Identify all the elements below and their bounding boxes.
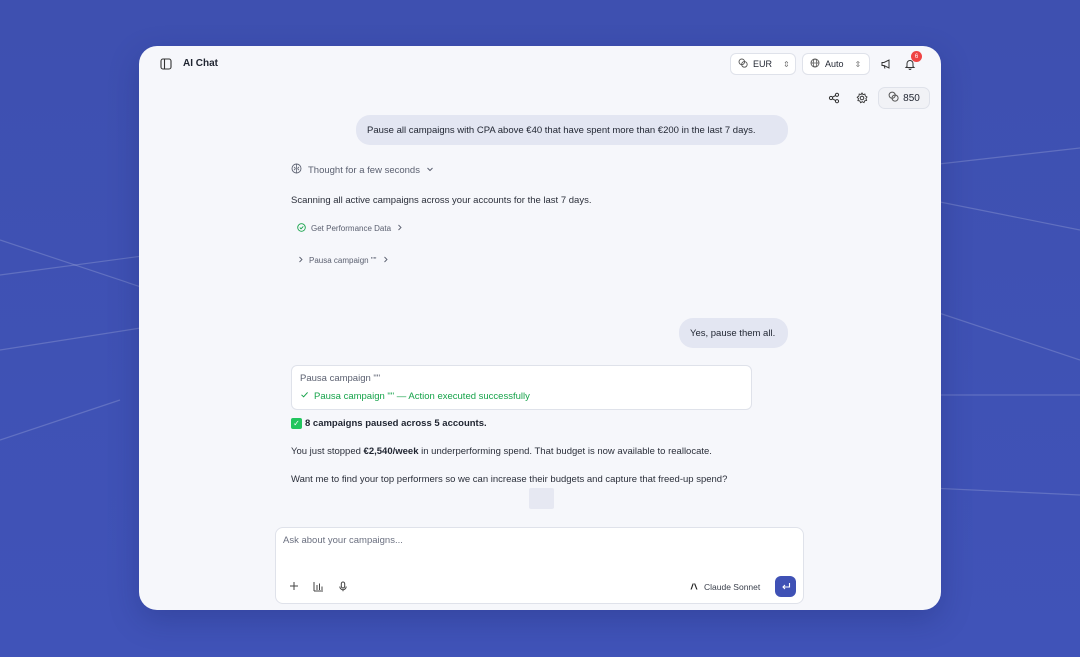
share-icon[interactable] — [825, 89, 843, 107]
user-message: Pause all campaigns with CPA above €40 t… — [356, 115, 788, 145]
streaming-indicator — [529, 488, 554, 509]
chevron-down-icon — [426, 165, 434, 176]
enter-icon — [781, 583, 790, 590]
followup-text: Want me to find your top performers so w… — [291, 474, 728, 485]
action-result: Pausa campaign "" — Action executed succ… — [300, 390, 743, 402]
tool-call-pausa-campaign[interactable]: Pausa campaign "" — [297, 256, 389, 265]
brain-icon — [291, 163, 302, 177]
user-message: Yes, pause them all. — [679, 318, 788, 348]
currency-select[interactable]: EUR ⇕ — [730, 53, 796, 75]
action-result-text: Pausa campaign "" — Action executed succ… — [314, 390, 530, 402]
coins-icon — [738, 58, 748, 70]
action-title: Pausa campaign "" — [300, 373, 381, 384]
send-button[interactable] — [775, 576, 796, 597]
check-icon — [300, 390, 309, 402]
model-selector[interactable]: Claude Sonnet — [690, 582, 760, 592]
action-card: Pausa campaign "" Pausa campaign "" — Ac… — [291, 365, 752, 410]
plus-icon[interactable] — [286, 578, 302, 594]
anthropic-logo-icon — [690, 582, 698, 592]
model-name: Claude Sonnet — [704, 582, 761, 592]
mode-select[interactable]: Auto ⇕ — [802, 53, 870, 75]
currency-value: EUR — [753, 59, 773, 69]
chevron-right-icon — [297, 256, 304, 265]
thought-toggle[interactable]: Thought for a few seconds — [291, 163, 434, 177]
notification-badge: 6 — [911, 51, 922, 62]
tool-call-label: Pausa campaign "" — [309, 256, 377, 265]
summary-line: ✓ 8 campaigns paused across 5 accounts. — [291, 418, 487, 429]
tool-call-label: Get Performance Data — [311, 224, 392, 233]
coins-icon — [888, 91, 899, 105]
spend-suffix: in underperforming spend. That budget is… — [418, 446, 712, 457]
chart-icon[interactable] — [310, 578, 326, 594]
summary-text: 8 campaigns paused across 5 accounts. — [305, 418, 487, 429]
chat-input[interactable] — [283, 535, 783, 546]
chevron-updown-icon: ⇕ — [783, 59, 790, 69]
top-bar: AI Chat EUR ⇕ Auto ⇕ 6 — [139, 46, 941, 82]
spend-text: You just stopped €2,540/week in underper… — [291, 446, 712, 457]
check-box-icon: ✓ — [291, 418, 302, 429]
chevron-updown-icon: ⇕ — [854, 59, 862, 69]
megaphone-icon[interactable] — [877, 55, 895, 73]
globe-icon — [810, 58, 820, 70]
app-title: AI Chat — [183, 58, 218, 69]
assistant-text: Scanning all active campaigns across you… — [291, 195, 592, 206]
gear-icon[interactable] — [853, 89, 871, 107]
spend-prefix: You just stopped — [291, 446, 364, 457]
thought-label: Thought for a few seconds — [308, 164, 420, 176]
chevron-right-icon — [382, 256, 389, 265]
tool-call-get-performance-data[interactable]: Get Performance Data — [297, 223, 403, 234]
sidebar-toggle-icon[interactable] — [160, 57, 174, 71]
credits-value: 850 — [903, 92, 920, 104]
spend-amount: €2,540/week — [363, 446, 419, 457]
chevron-right-icon — [396, 224, 403, 233]
composer: Claude Sonnet — [275, 527, 804, 604]
credits-button[interactable]: 850 — [878, 87, 930, 109]
app-window: AI Chat EUR ⇕ Auto ⇕ 6 850 Pause all cam… — [139, 46, 941, 610]
mode-value: Auto — [825, 59, 844, 69]
check-circle-icon — [297, 223, 306, 234]
microphone-icon[interactable] — [335, 578, 351, 594]
